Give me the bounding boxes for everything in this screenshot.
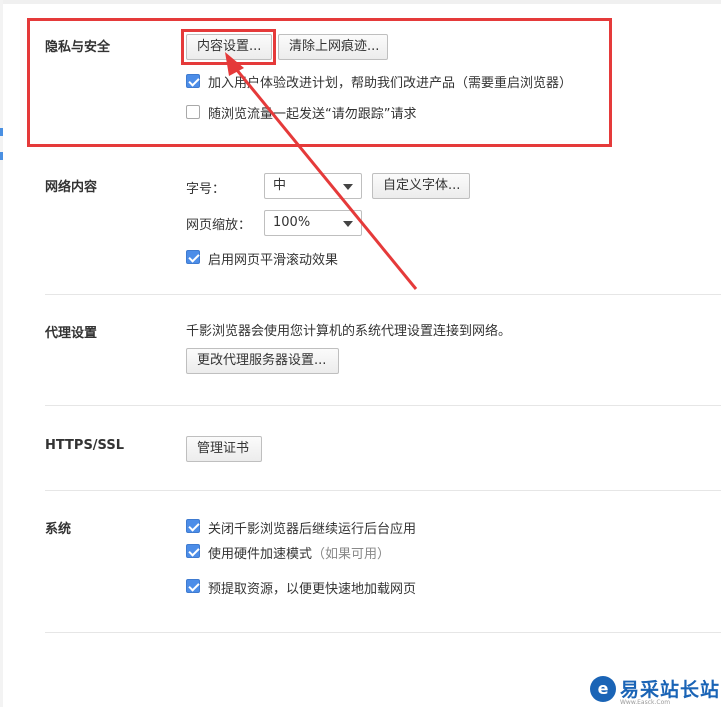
watermark-name: 易采站长站 [620, 679, 721, 701]
annotation-arrow-icon [225, 52, 418, 290]
logo-icon: e [590, 676, 616, 702]
site-watermark-logo: e 易采站长站 Www.Easck.Com [587, 673, 721, 707]
watermark-url: Www.Easck.Com [620, 699, 671, 706]
